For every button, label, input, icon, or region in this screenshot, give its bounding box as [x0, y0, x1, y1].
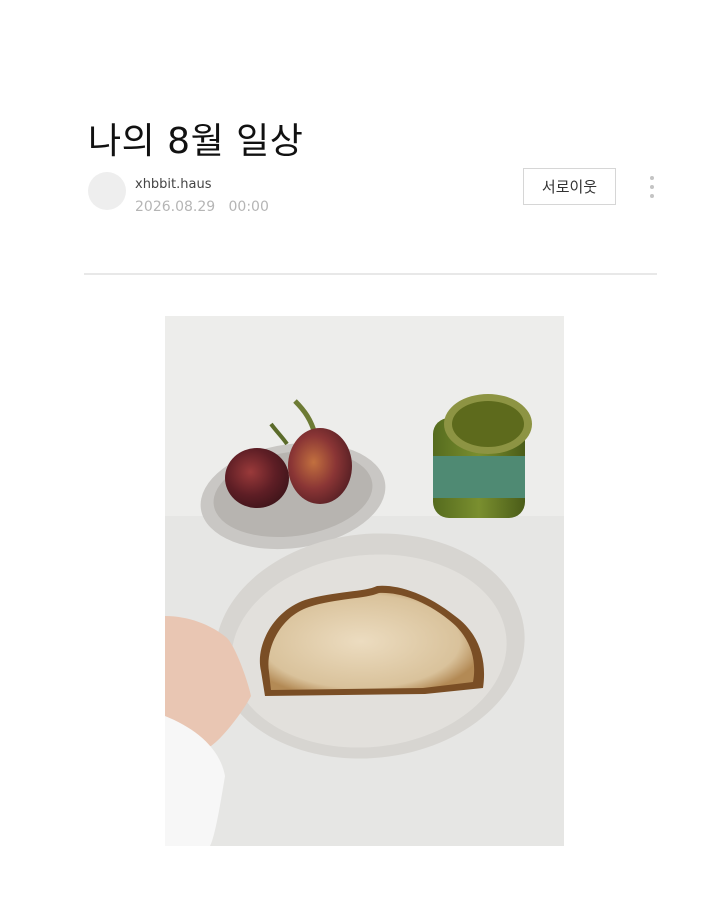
- author-name[interactable]: xhbbit.haus: [135, 177, 212, 192]
- post-title: 나의 8월 일상: [88, 121, 304, 162]
- post-date: 2026.08.29 00:00: [135, 199, 269, 215]
- neighbor-button[interactable]: 서로이웃: [523, 168, 616, 205]
- divider: [84, 273, 657, 275]
- more-vertical-icon[interactable]: [646, 176, 658, 204]
- post-photo[interactable]: [165, 316, 564, 846]
- avatar[interactable]: [88, 172, 126, 210]
